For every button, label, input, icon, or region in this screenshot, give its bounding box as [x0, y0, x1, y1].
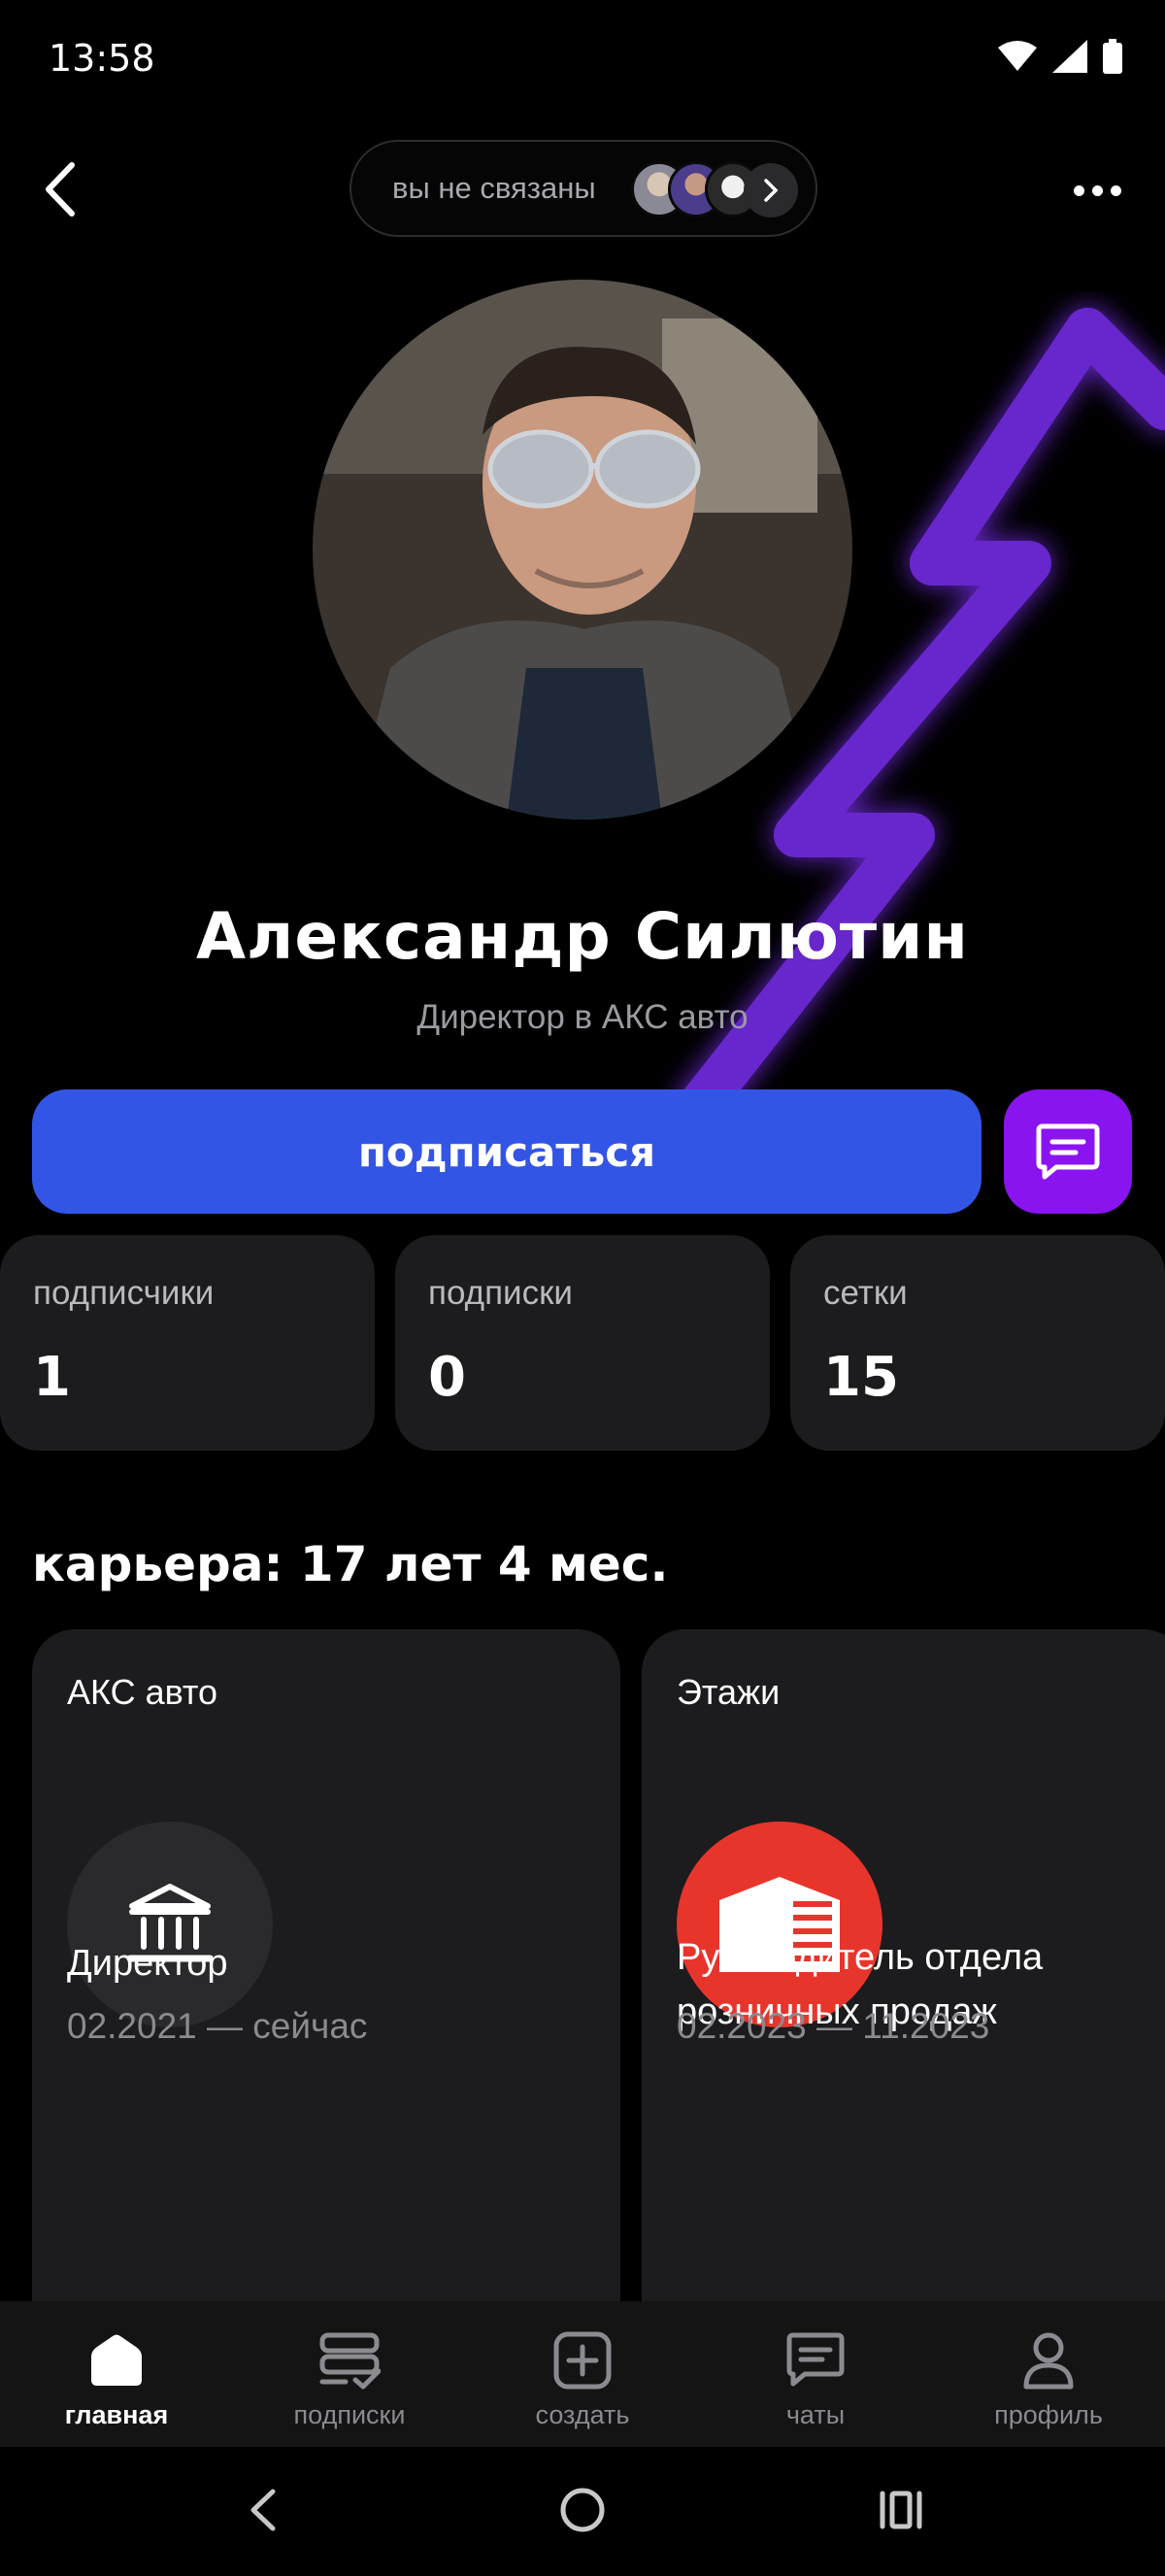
system-recents-button[interactable]	[862, 2476, 940, 2544]
connection-text: вы не связаны	[392, 171, 596, 205]
stat-value: 15	[823, 1346, 899, 1409]
subscriptions-icon	[316, 2326, 383, 2394]
nav-label: главная	[64, 2400, 169, 2429]
more-button[interactable]	[1068, 171, 1126, 210]
nav-subscriptions[interactable]: подписки	[233, 2301, 466, 2447]
recents-icon	[880, 2491, 922, 2529]
status-time: 13:58	[49, 37, 155, 80]
stat-label: подписчики	[33, 1274, 215, 1312]
system-home-button[interactable]	[544, 2476, 621, 2544]
role-line: Руководитель отдела	[677, 1937, 1044, 1978]
home-icon	[83, 2326, 150, 2394]
stat-label: подписки	[428, 1274, 573, 1312]
profile-name: Александр Силютин	[195, 899, 970, 974]
period: 02.2021 — сейчас	[67, 2006, 368, 2046]
stat-label: сетки	[823, 1274, 908, 1312]
profile-title: Директор в АКС авто	[416, 998, 749, 1036]
nav-chats[interactable]: чаты	[699, 2301, 932, 2447]
chevron-left-icon	[250, 2489, 276, 2531]
stat-card-followers[interactable]: подписчики 1	[0, 1235, 375, 1451]
more-dot	[1073, 184, 1084, 196]
nav-label: профиль	[994, 2400, 1103, 2429]
pill-chevron	[744, 163, 798, 217]
profile-photo	[313, 280, 852, 820]
chevron-right-icon	[764, 179, 779, 202]
role: Директор	[67, 1943, 228, 1984]
stats-row: подписчики 1 подписки 0 сетки 15	[0, 1235, 1165, 1451]
status-icons	[998, 39, 1122, 74]
signal-icon	[1052, 40, 1087, 73]
stat-card-following[interactable]: подписки 0	[395, 1235, 770, 1451]
stat-card-networks[interactable]: сетки 15	[790, 1235, 1165, 1451]
chat-icon	[782, 2326, 849, 2394]
profile-photo-image	[313, 280, 852, 820]
battery-icon	[1103, 39, 1122, 74]
create-icon	[549, 2326, 616, 2394]
stat-value: 1	[33, 1346, 71, 1409]
more-dot	[1091, 184, 1103, 196]
message-button[interactable]	[1004, 1089, 1132, 1214]
system-nav	[0, 2447, 1165, 2576]
nav-label: чаты	[785, 2400, 846, 2429]
period: 02.2023 — 11.2023	[677, 2006, 990, 2046]
nav-profile[interactable]: профиль	[932, 2301, 1165, 2447]
message-icon	[1036, 1123, 1100, 1180]
nav-home[interactable]: главная	[0, 2301, 233, 2447]
company-name: АКС авто	[67, 1672, 218, 1712]
career-card[interactable]: АКС авто Директор 02.2021 — сейчас	[32, 1629, 620, 2309]
career-heading: карьера: 17 лет 4 мес.	[32, 1536, 669, 1592]
profile-icon	[1015, 2326, 1082, 2394]
wifi-icon	[998, 41, 1037, 71]
status-bar: 13:58	[0, 0, 1165, 117]
nav-label: подписки	[293, 2400, 406, 2429]
nav-label: создать	[535, 2400, 630, 2429]
circle-icon	[560, 2488, 605, 2532]
back-button[interactable]	[35, 155, 83, 223]
connection-pill[interactable]: вы не связаны	[350, 140, 817, 237]
company-name: Этажи	[677, 1672, 781, 1712]
system-back-button[interactable]	[223, 2476, 301, 2544]
company-logo	[67, 1822, 273, 2027]
nav-create[interactable]: создать	[466, 2301, 699, 2447]
subscribe-button[interactable]: подписаться	[32, 1089, 982, 1214]
stat-value: 0	[428, 1346, 466, 1409]
chevron-left-icon	[46, 162, 75, 217]
career-card[interactable]: Этажи Руководитель отдела розничных прод…	[642, 1629, 1165, 2309]
more-dot	[1110, 184, 1121, 196]
bottom-nav: главная подписки создать чаты профиль	[0, 2301, 1165, 2447]
